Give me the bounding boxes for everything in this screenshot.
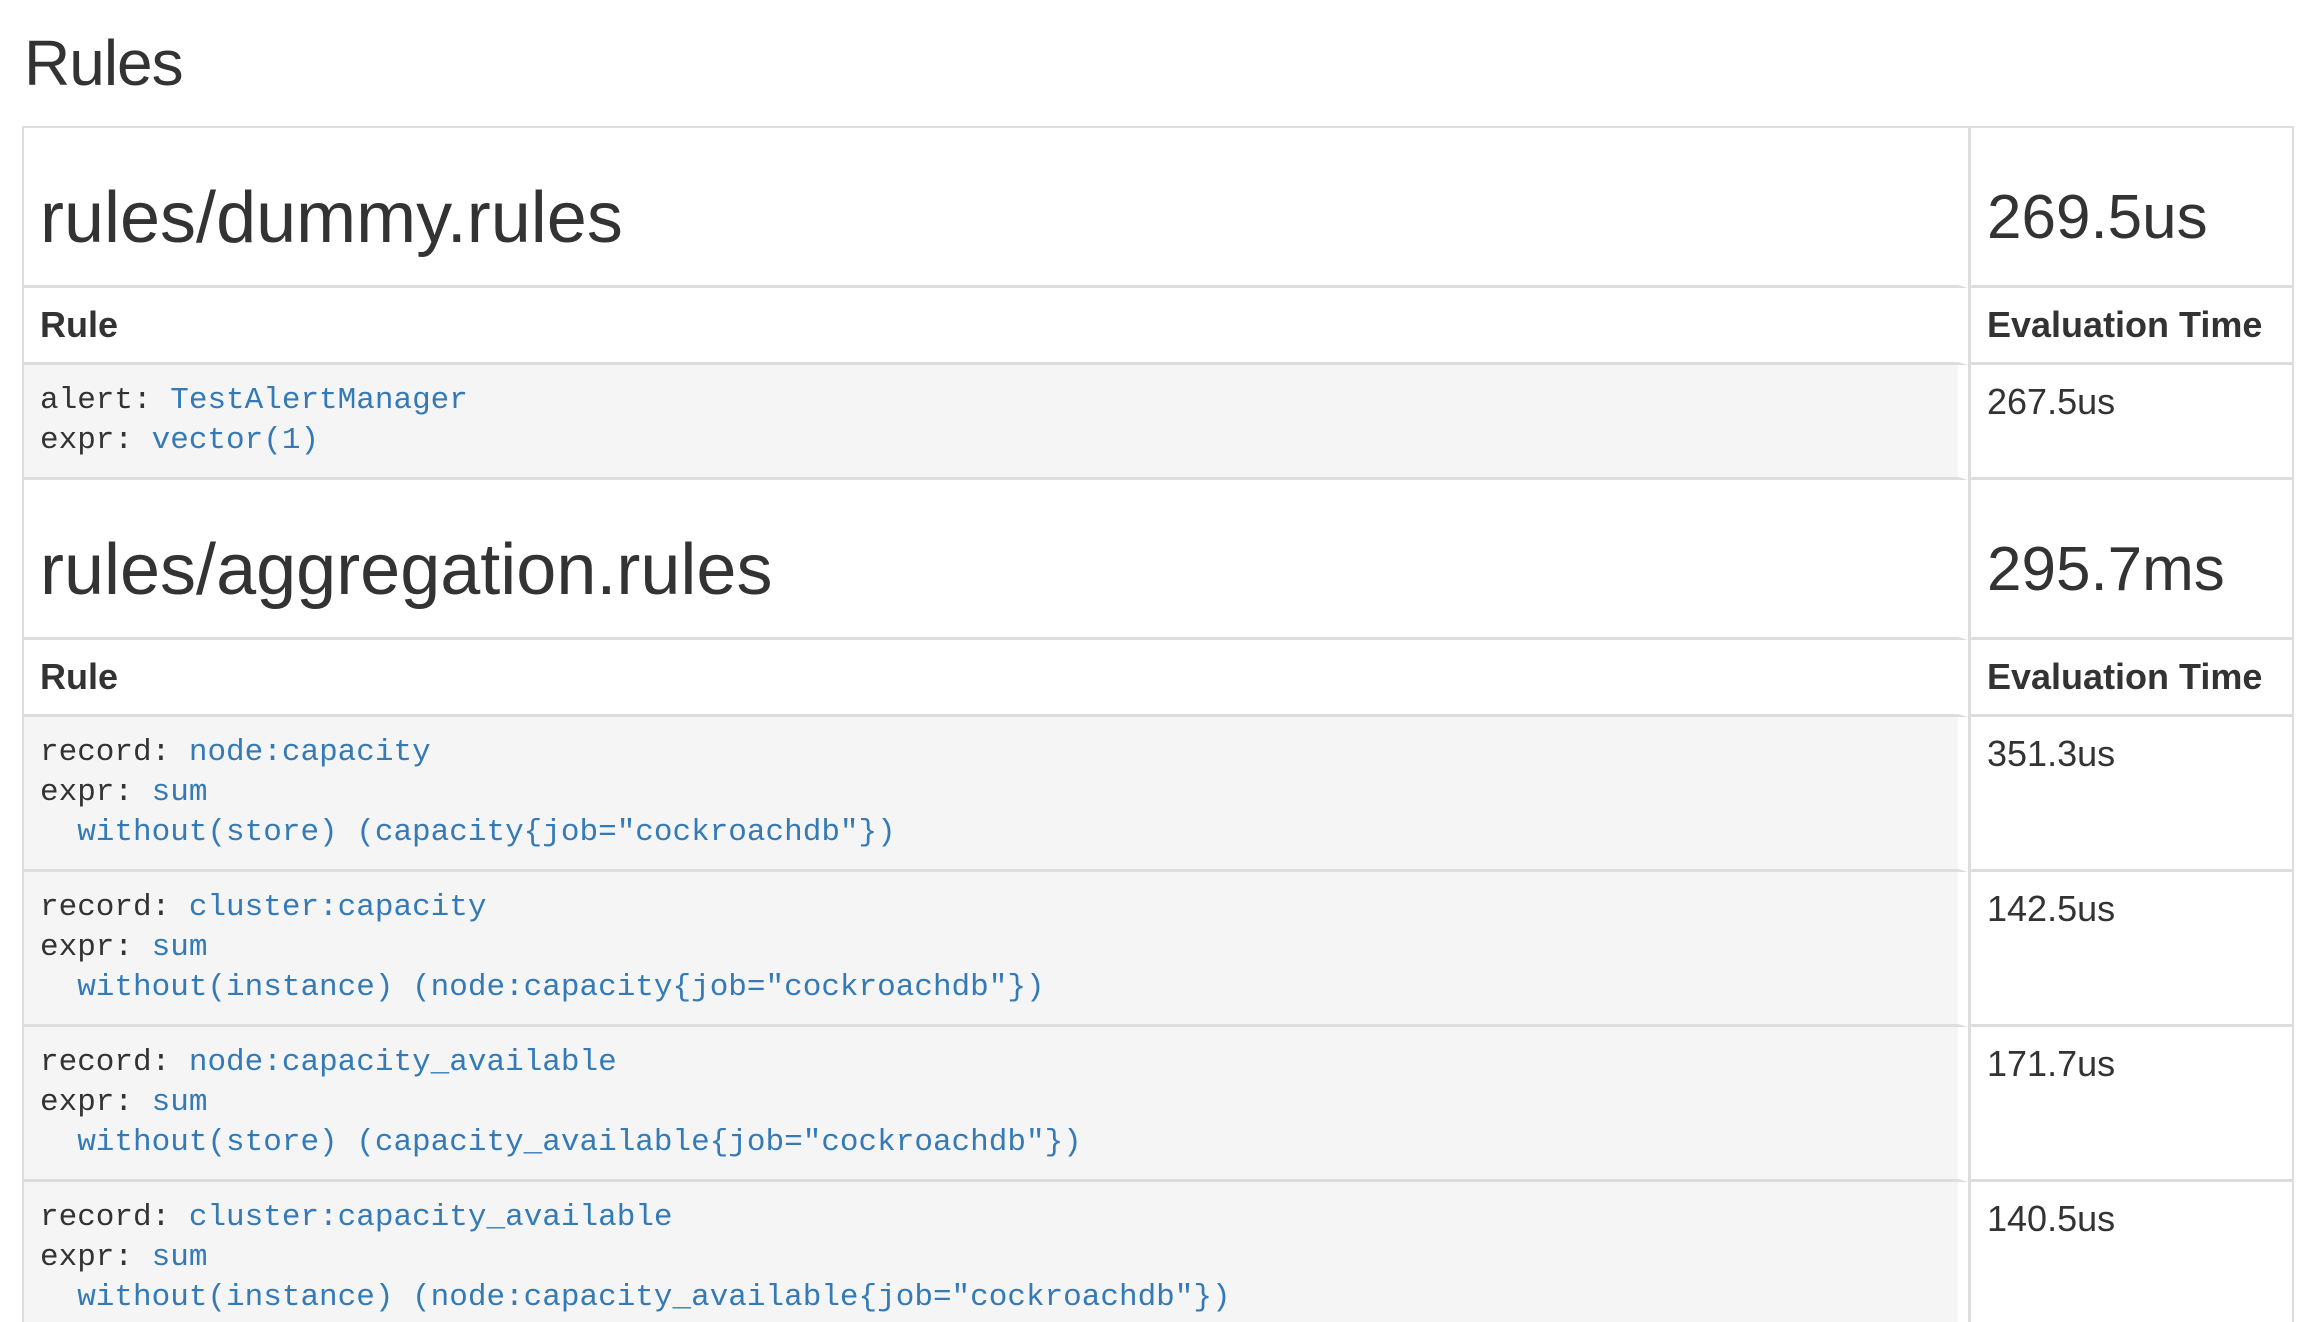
- rule-row: record: node:capacity expr: sum without(…: [24, 717, 2292, 872]
- rule-column-header: Rule: [24, 640, 1968, 717]
- rules-table-body: rules/dummy.rules 269.5us Rule Evaluatio…: [24, 128, 2292, 1322]
- rule-group-evaluation-time: 295.7ms: [1987, 530, 2276, 610]
- rule-field-key: alert:: [40, 383, 152, 418]
- rule-group-name-cell: rules/aggregation.rules: [24, 480, 1968, 640]
- rule-expression-link[interactable]: sum without(store) (capacity_available{j…: [40, 1085, 1082, 1160]
- rule-expression-link[interactable]: sum without(instance) (node:capacity{job…: [40, 930, 1045, 1005]
- rule-expression-link[interactable]: sum without(instance) (node:capacity_ava…: [40, 1240, 1231, 1315]
- rules-table: rules/dummy.rules 269.5us Rule Evaluatio…: [22, 126, 2294, 1322]
- rule-evaluation-time: 171.7us: [1968, 1027, 2292, 1182]
- rule-cell: record: node:capacity_available expr: su…: [24, 1027, 1968, 1182]
- rule-field-key: expr:: [40, 930, 133, 965]
- column-header-row: Rule Evaluation Time: [24, 288, 2292, 365]
- rule-group-evaluation-time: 269.5us: [1987, 178, 2276, 258]
- rule-cell: record: cluster:capacity expr: sum witho…: [24, 872, 1968, 1027]
- rule-expression-link[interactable]: sum without(store) (capacity{job="cockro…: [40, 775, 896, 850]
- rule-evaluation-time: 267.5us: [1968, 365, 2292, 480]
- rule-field-key: expr:: [40, 423, 133, 458]
- rule-expression-link[interactable]: cluster:capacity_available: [189, 1200, 673, 1235]
- rule-group-row: rules/dummy.rules 269.5us: [24, 128, 2292, 288]
- rule-row: alert: TestAlertManager expr: vector(1) …: [24, 365, 2292, 480]
- rule-field-key: expr:: [40, 775, 133, 810]
- evaluation-time-column-header: Evaluation Time: [1968, 640, 2292, 717]
- rule-code: record: cluster:capacity expr: sum witho…: [40, 888, 1942, 1008]
- rule-field-key: record:: [40, 735, 170, 770]
- rule-group-name: rules/dummy.rules: [40, 178, 1942, 258]
- column-header-row: Rule Evaluation Time: [24, 640, 2292, 717]
- rule-group-name-cell: rules/dummy.rules: [24, 128, 1968, 288]
- rule-evaluation-time: 140.5us: [1968, 1182, 2292, 1322]
- page-title: Rules: [24, 26, 2294, 100]
- rule-evaluation-time: 142.5us: [1968, 872, 2292, 1027]
- rule-group-row: rules/aggregation.rules 295.7ms: [24, 480, 2292, 640]
- rule-field-key: record:: [40, 890, 170, 925]
- rule-evaluation-time: 351.3us: [1968, 717, 2292, 872]
- rule-cell: alert: TestAlertManager expr: vector(1): [24, 365, 1968, 480]
- rule-column-header: Rule: [24, 288, 1968, 365]
- rule-code: record: node:capacity expr: sum without(…: [40, 733, 1942, 853]
- rule-cell: record: cluster:capacity_available expr:…: [24, 1182, 1968, 1322]
- rule-field-key: expr:: [40, 1085, 133, 1120]
- rule-field-key: expr:: [40, 1240, 133, 1275]
- rule-row: record: cluster:capacity_available expr:…: [24, 1182, 2292, 1322]
- rule-group-time-cell: 295.7ms: [1968, 480, 2292, 640]
- rule-group-time-cell: 269.5us: [1968, 128, 2292, 288]
- rule-code: record: node:capacity_available expr: su…: [40, 1043, 1942, 1163]
- rule-expression-link[interactable]: cluster:capacity: [189, 890, 487, 925]
- rule-code: record: cluster:capacity_available expr:…: [40, 1198, 1942, 1318]
- evaluation-time-column-header: Evaluation Time: [1968, 288, 2292, 365]
- rule-field-key: record:: [40, 1045, 170, 1080]
- rules-page: Rules rules/dummy.rules 269.5us Rule Eva…: [0, 0, 2316, 1322]
- rule-expression-link[interactable]: TestAlertManager: [170, 383, 468, 418]
- rule-row: record: node:capacity_available expr: su…: [24, 1027, 2292, 1182]
- rule-row: record: cluster:capacity expr: sum witho…: [24, 872, 2292, 1027]
- rule-expression-link[interactable]: node:capacity: [189, 735, 431, 770]
- rule-field-key: record:: [40, 1200, 170, 1235]
- rule-cell: record: node:capacity expr: sum without(…: [24, 717, 1968, 872]
- rule-expression-link[interactable]: node:capacity_available: [189, 1045, 617, 1080]
- rule-code: alert: TestAlertManager expr: vector(1): [40, 381, 1942, 461]
- rule-group-name: rules/aggregation.rules: [40, 530, 1942, 610]
- rule-expression-link[interactable]: vector(1): [152, 423, 319, 458]
